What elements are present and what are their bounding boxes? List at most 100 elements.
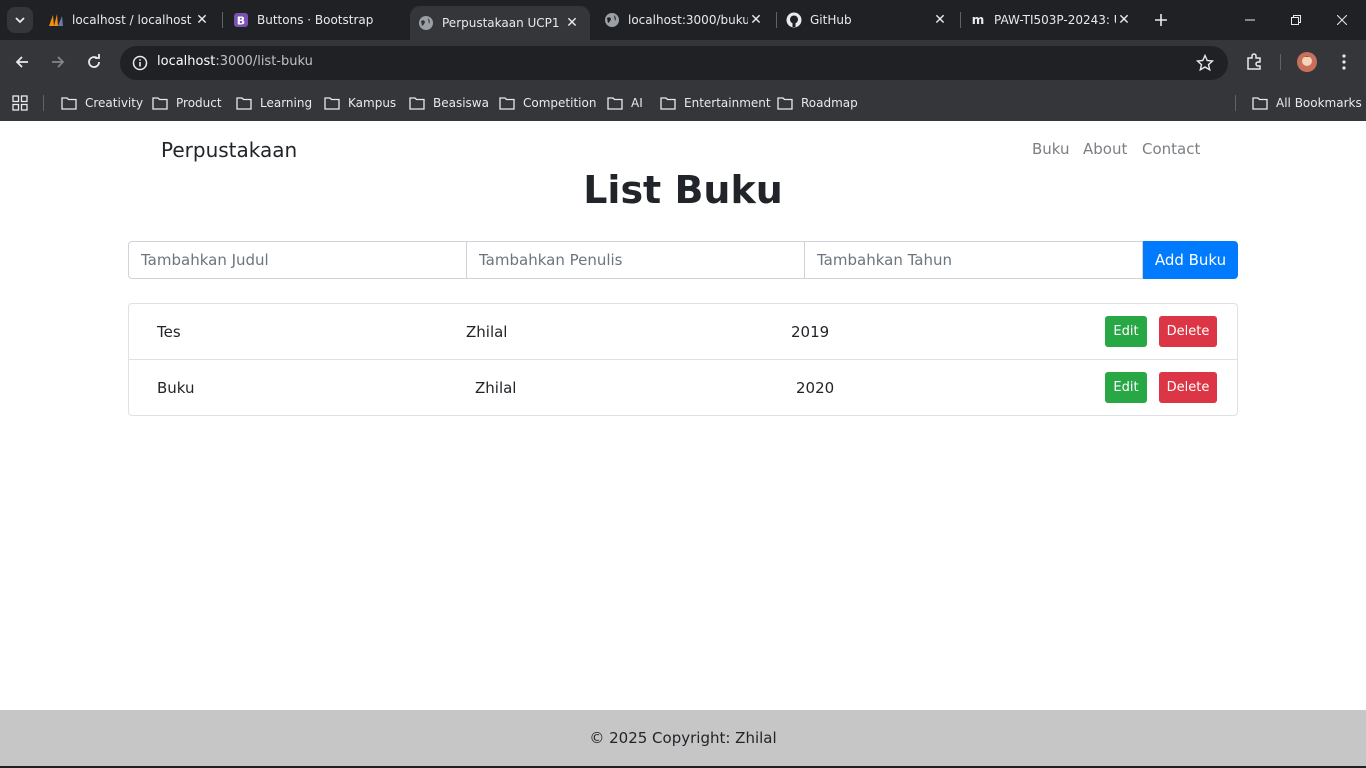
plus-icon xyxy=(1155,14,1167,26)
list-item: Buku Zhilal 2020 Edit Delete xyxy=(129,359,1237,415)
tab-title: localhost:3000/buku xyxy=(628,13,748,27)
bookmark-product[interactable]: Product xyxy=(152,92,222,114)
close-icon[interactable]: ✕ xyxy=(564,15,580,31)
edit-button[interactable]: Edit xyxy=(1105,316,1147,347)
svg-text:m: m xyxy=(972,13,985,27)
bookmark-label: Competition xyxy=(523,96,597,110)
close-window-button[interactable] xyxy=(1319,0,1365,40)
minimize-button[interactable] xyxy=(1227,0,1273,40)
svg-text:B: B xyxy=(237,15,245,28)
arrow-left-icon xyxy=(15,56,28,68)
page-content: Perpustakaan Buku About Contact List Buk… xyxy=(0,121,1366,768)
book-list: Tes Zhilal 2019 Edit Delete Buku Zhilal … xyxy=(128,303,1238,416)
close-icon[interactable]: ✕ xyxy=(1116,12,1132,28)
book-author: Zhilal xyxy=(475,379,517,397)
folder-icon xyxy=(607,97,623,110)
puzzle-icon xyxy=(1247,53,1261,70)
bookmark-competition[interactable]: Competition xyxy=(499,92,596,114)
edit-button[interactable]: Edit xyxy=(1105,372,1147,403)
folder-icon xyxy=(61,97,77,110)
bookmarks-bar: Creativity Product Learning Kampus Beasi… xyxy=(0,84,1366,121)
folder-icon xyxy=(324,97,340,110)
tab-search-button[interactable] xyxy=(7,7,33,33)
nav-link-about[interactable]: About xyxy=(1083,140,1127,158)
tab-phpmyadmin[interactable]: localhost / localhost / ✕ xyxy=(40,0,220,40)
nav-link-contact[interactable]: Contact xyxy=(1142,140,1200,158)
bookmark-label: Kampus xyxy=(348,96,397,110)
add-book-button[interactable]: Add Buku xyxy=(1143,241,1238,279)
tab-strip: localhost / localhost / ✕ B Buttons · Bo… xyxy=(0,0,1366,40)
url-text[interactable]: localhost:3000/list-buku xyxy=(157,54,313,69)
address-bar[interactable]: localhost:3000/list-buku xyxy=(120,46,1228,80)
restore-icon xyxy=(1291,15,1301,25)
navbar-brand[interactable]: Perpustakaan xyxy=(161,138,297,162)
arrow-right-icon xyxy=(52,56,65,68)
bookmark-label: AI xyxy=(631,96,643,110)
phpmyadmin-icon xyxy=(48,12,64,28)
reload-button[interactable] xyxy=(80,48,108,76)
bookmark-label: Learning xyxy=(260,96,313,110)
bookmark-divider xyxy=(43,95,44,111)
folder-icon xyxy=(409,97,425,110)
penulis-input[interactable] xyxy=(466,241,805,279)
bookmark-divider xyxy=(1235,95,1236,111)
tahun-input[interactable] xyxy=(804,241,1143,279)
new-tab-button[interactable] xyxy=(1150,9,1172,31)
folder-icon xyxy=(236,97,252,110)
bookmark-learning[interactable]: Learning xyxy=(236,92,312,114)
chevron-down-icon xyxy=(15,17,25,24)
folder-icon xyxy=(499,97,515,110)
bookmark-kampus[interactable]: Kampus xyxy=(324,92,396,114)
book-author: Zhilal xyxy=(466,323,508,341)
profile-button[interactable] xyxy=(1293,48,1321,76)
book-title: Tes xyxy=(157,323,181,341)
back-button[interactable] xyxy=(8,48,36,76)
bookmark-beasiswa[interactable]: Beasiswa xyxy=(409,92,489,114)
extensions-button[interactable] xyxy=(1240,48,1268,76)
folder-icon xyxy=(152,97,168,110)
book-year: 2020 xyxy=(796,379,835,397)
globe-icon xyxy=(418,15,434,31)
globe-icon xyxy=(604,12,620,28)
tab-bootstrap[interactable]: B Buttons · Bootstrap xyxy=(225,0,408,40)
bookmark-label: Creativity xyxy=(85,96,144,110)
judul-input[interactable] xyxy=(128,241,467,279)
star-icon[interactable] xyxy=(1196,54,1214,72)
close-icon[interactable]: ✕ xyxy=(932,12,948,28)
tab-divider xyxy=(960,12,961,28)
close-icon xyxy=(1337,15,1347,25)
apps-button[interactable] xyxy=(12,92,28,114)
book-year: 2019 xyxy=(791,323,830,341)
restore-button[interactable] xyxy=(1273,0,1319,40)
bookmark-label: Entertainment xyxy=(684,96,771,110)
tab-localhost-buku[interactable]: localhost:3000/buku ✕ xyxy=(596,0,774,40)
site-info-icon[interactable] xyxy=(128,51,152,75)
bookmark-ai[interactable]: AI xyxy=(607,92,643,114)
delete-button[interactable]: Delete xyxy=(1159,372,1217,403)
github-icon xyxy=(786,12,802,28)
tab-title: localhost / localhost / xyxy=(72,13,194,27)
url-path: :3000/list-buku xyxy=(215,54,313,69)
tab-moodle[interactable]: m PAW-TI503P-20243: U ✕ xyxy=(962,0,1142,40)
tab-title: Buttons · Bootstrap xyxy=(257,13,374,27)
tab-perpustakaan[interactable]: Perpustakaan UCP1 PA ✕ xyxy=(410,6,590,40)
delete-button[interactable]: Delete xyxy=(1159,316,1217,347)
bookmark-entertainment[interactable]: Entertainment xyxy=(660,92,771,114)
list-item: Tes Zhilal 2019 Edit Delete xyxy=(129,304,1237,360)
close-icon[interactable]: ✕ xyxy=(194,12,210,28)
all-bookmarks-button[interactable]: All Bookmarks xyxy=(1252,92,1362,114)
bookmark-roadmap[interactable]: Roadmap xyxy=(777,92,858,114)
tab-divider xyxy=(776,12,777,28)
menu-button[interactable] xyxy=(1330,48,1358,76)
nav-link-buku[interactable]: Buku xyxy=(1032,140,1070,158)
forward-button[interactable] xyxy=(44,48,72,76)
avatar xyxy=(1297,52,1317,72)
copyright-text: © 2025 Copyright: Zhilal xyxy=(589,729,777,747)
reload-icon xyxy=(88,54,100,68)
url-host: localhost xyxy=(157,54,216,69)
tab-github[interactable]: GitHub ✕ xyxy=(778,0,958,40)
folder-icon xyxy=(777,97,793,110)
close-icon[interactable]: ✕ xyxy=(748,12,764,28)
moodle-icon: m xyxy=(970,12,986,28)
bookmark-creativity[interactable]: Creativity xyxy=(61,92,143,114)
